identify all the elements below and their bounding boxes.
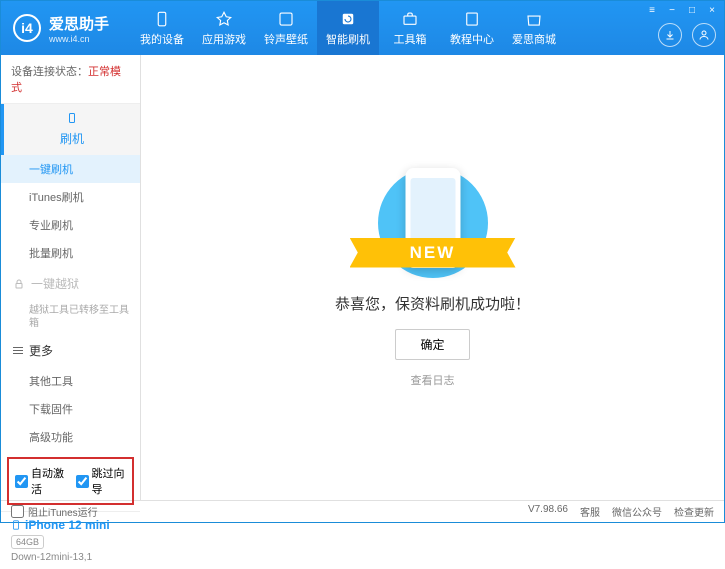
nav-toolbox[interactable]: 工具箱	[379, 1, 441, 55]
nav-store[interactable]: 爱思商城	[503, 1, 565, 55]
sidebar-item-advanced[interactable]: 高级功能	[1, 423, 140, 451]
nav-ringtones[interactable]: 铃声壁纸	[255, 1, 317, 55]
book-icon	[463, 10, 481, 28]
nav-my-devices[interactable]: 我的设备	[131, 1, 193, 55]
footer-right: V7.98.66 客服 微信公众号 检查更新	[528, 504, 714, 519]
menu-icon[interactable]: ≡	[644, 3, 660, 17]
version-label: V7.98.66	[528, 504, 568, 519]
logo-area: i4 爱思助手 www.i4.cn	[1, 13, 121, 44]
store-icon	[525, 10, 543, 28]
view-log-link[interactable]: 查看日志	[411, 372, 455, 388]
phone-icon	[66, 112, 78, 124]
app-name: 爱思助手	[49, 13, 109, 34]
block-itunes-checkbox[interactable]: 阻止iTunes运行	[11, 504, 98, 519]
sidebar: 设备连接状态：正常模式 刷机 一键刷机 iTunes刷机 专业刷机 批量刷机 一…	[1, 55, 141, 500]
device-meta: Down-12mini-13,1	[11, 552, 130, 563]
nav-smart-flash[interactable]: 智能刷机	[317, 1, 379, 55]
footer-wechat[interactable]: 微信公众号	[612, 504, 662, 519]
sidebar-item-batch[interactable]: 批量刷机	[1, 239, 140, 267]
success-illustration: NEW	[378, 168, 488, 278]
flash-options: 自动激活 跳过向导	[7, 457, 134, 505]
sidebar-section-jailbreak[interactable]: 一键越狱	[1, 267, 140, 300]
sidebar-item-itunes[interactable]: iTunes刷机	[1, 183, 140, 211]
more-icon	[13, 347, 23, 354]
user-button[interactable]	[692, 23, 716, 47]
phone-icon	[153, 10, 171, 28]
phone-icon	[11, 518, 21, 532]
user-icon	[698, 29, 710, 41]
skip-guide-checkbox[interactable]: 跳过向导	[76, 465, 127, 497]
body: 设备连接状态：正常模式 刷机 一键刷机 iTunes刷机 专业刷机 批量刷机 一…	[1, 55, 724, 500]
nav-apps-games[interactable]: 应用游戏	[193, 1, 255, 55]
logo-icon: i4	[13, 14, 41, 42]
footer-support[interactable]: 客服	[580, 504, 600, 519]
maximize-icon[interactable]: □	[684, 3, 700, 17]
header-actions	[658, 23, 716, 47]
device-status: 设备连接状态：正常模式	[1, 55, 140, 104]
wallpaper-icon	[277, 10, 295, 28]
download-icon	[664, 29, 676, 41]
refresh-icon	[339, 10, 357, 28]
download-button[interactable]	[658, 23, 682, 47]
sidebar-item-other-tools[interactable]: 其他工具	[1, 367, 140, 395]
window-controls: ≡ − □ ×	[644, 3, 720, 17]
app-url: www.i4.cn	[49, 34, 109, 44]
success-message: 恭喜您，保资料刷机成功啦！	[335, 293, 530, 314]
new-banner: NEW	[350, 238, 516, 268]
minimize-icon[interactable]: −	[664, 3, 680, 17]
app-header: i4 爱思助手 www.i4.cn 我的设备 应用游戏 铃声壁纸 智能刷机 工具…	[1, 1, 724, 55]
device-name[interactable]: iPhone 12 mini	[11, 518, 130, 532]
app-icon	[215, 10, 233, 28]
jailbreak-note: 越狱工具已转移至工具箱	[1, 300, 140, 334]
main-content: NEW 恭喜您，保资料刷机成功啦！ 确定 查看日志	[141, 55, 724, 500]
sidebar-section-flash[interactable]: 刷机	[1, 104, 140, 155]
nav-tutorials[interactable]: 教程中心	[441, 1, 503, 55]
toolbox-icon	[401, 10, 419, 28]
main-nav: 我的设备 应用游戏 铃声壁纸 智能刷机 工具箱 教程中心 爱思商城	[131, 1, 565, 55]
sidebar-item-pro[interactable]: 专业刷机	[1, 211, 140, 239]
device-info: iPhone 12 mini 64GB Down-12mini-13,1	[1, 511, 140, 569]
footer-update[interactable]: 检查更新	[674, 504, 714, 519]
device-storage: 64GB	[11, 535, 44, 549]
auto-activate-checkbox[interactable]: 自动激活	[15, 465, 66, 497]
sidebar-item-download-fw[interactable]: 下载固件	[1, 395, 140, 423]
lock-icon	[13, 278, 25, 290]
sidebar-item-oneclick[interactable]: 一键刷机	[1, 155, 140, 183]
sidebar-section-more[interactable]: 更多	[1, 334, 140, 367]
confirm-button[interactable]: 确定	[395, 329, 469, 360]
close-icon[interactable]: ×	[704, 3, 720, 17]
